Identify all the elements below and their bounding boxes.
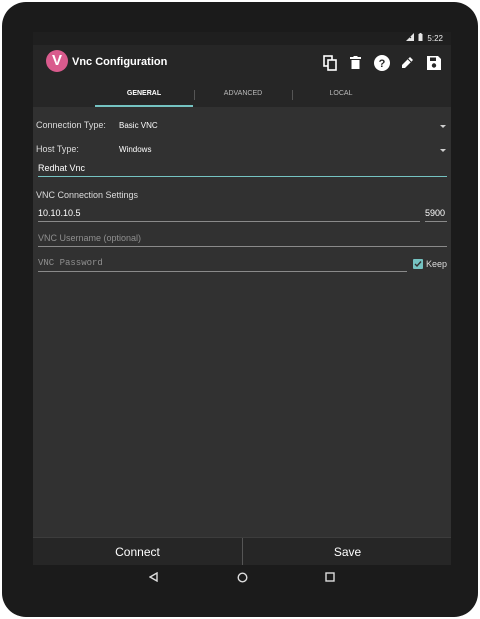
pencil-icon[interactable] (399, 54, 416, 71)
connection-type-label: Connection Type: (36, 120, 106, 130)
recents-icon[interactable] (323, 570, 337, 584)
port-input[interactable]: 5900 (425, 208, 447, 222)
address-input[interactable]: 10.10.10.5 (38, 208, 420, 222)
section-title: VNC Connection Settings (36, 190, 139, 200)
nickname-input[interactable]: Redhat Vnc (38, 163, 447, 177)
host-type-label: Host Type: (36, 144, 79, 154)
svg-text:?: ? (378, 58, 385, 70)
app-logo-icon: V (46, 50, 68, 72)
signal-icon (406, 33, 415, 43)
password-input[interactable]: VNC Password (38, 258, 407, 272)
username-placeholder: VNC Username (optional) (38, 233, 142, 243)
status-time: 5:22 (427, 33, 443, 43)
delete-icon[interactable] (347, 54, 364, 71)
address-value: 10.10.10.5 (38, 208, 81, 218)
tablet-frame: 5:22 V Vnc Configuration ? GENERAL ADVAN… (2, 2, 478, 617)
tab-general[interactable]: GENERAL (95, 83, 193, 107)
app-bar: V Vnc Configuration ? (33, 45, 451, 83)
app-title: Vnc Configuration (72, 56, 168, 68)
copy-icon[interactable] (321, 54, 338, 71)
port-value: 5900 (425, 208, 446, 218)
keep-label: Keep (426, 259, 448, 269)
checkmark-icon (414, 261, 422, 268)
nickname-value: Redhat Vnc (38, 163, 86, 173)
back-icon[interactable] (147, 570, 161, 584)
connection-type-dropdown-icon[interactable] (440, 125, 446, 128)
username-input[interactable]: VNC Username (optional) (38, 233, 447, 247)
bottom-action-bar: Connect Save (33, 537, 451, 566)
password-placeholder: VNC Password (38, 258, 103, 268)
home-icon[interactable] (235, 570, 249, 584)
host-type-select[interactable]: Windows (119, 145, 151, 154)
tab-local[interactable]: LOCAL (292, 83, 390, 107)
battery-icon (418, 33, 423, 43)
connection-type-select[interactable]: Basic VNC (119, 121, 158, 130)
tab-bar: GENERAL ADVANCED LOCAL (33, 83, 451, 107)
screen: 5:22 V Vnc Configuration ? GENERAL ADVAN… (33, 32, 451, 590)
connect-button[interactable]: Connect (33, 538, 242, 566)
toolbar-actions: ? (321, 54, 442, 71)
help-icon[interactable]: ? (373, 54, 390, 71)
save-icon[interactable] (425, 54, 442, 71)
status-icons: 5:22 (406, 33, 443, 43)
save-button[interactable]: Save (243, 538, 451, 566)
host-type-dropdown-icon[interactable] (440, 149, 446, 152)
keep-password-checkbox[interactable] (413, 259, 423, 269)
tab-advanced[interactable]: ADVANCED (194, 83, 292, 107)
navigation-bar (33, 565, 451, 590)
status-bar: 5:22 (33, 32, 451, 45)
